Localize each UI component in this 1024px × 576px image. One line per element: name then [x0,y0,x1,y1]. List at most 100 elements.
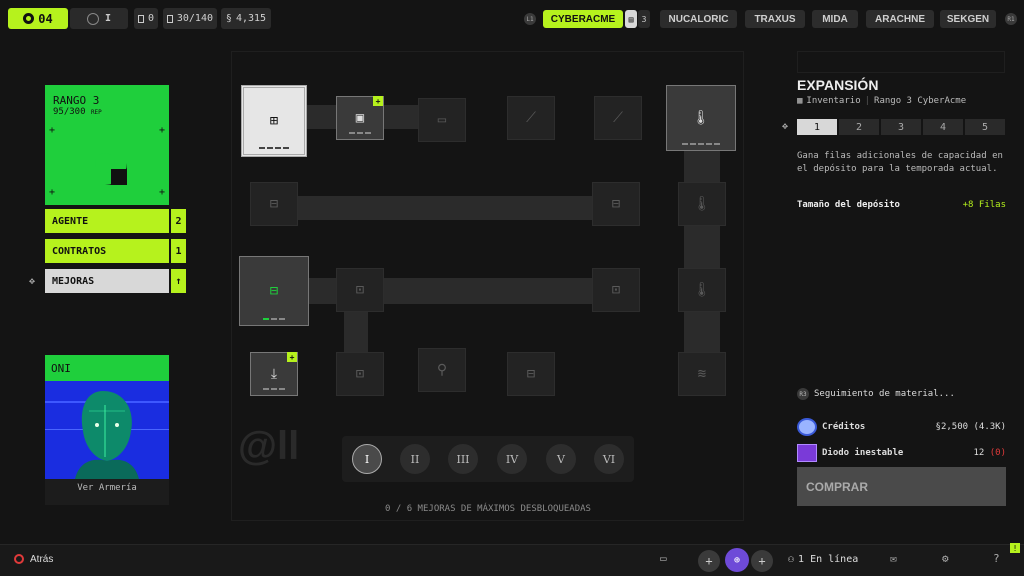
upgrade-node[interactable]: 🌡 [678,268,726,312]
help-icon[interactable]: ? [993,552,1000,565]
r1-button-icon: R1 [1005,13,1017,25]
download-icon: ⤓ [270,366,278,382]
sidebar-item-contratos[interactable]: CONTRATOS [45,239,169,263]
storage-icon: ⊟ [526,366,536,382]
max-upgrade-tab-i[interactable]: I [352,444,382,474]
corner-cross-icon: + [49,187,56,198]
upgrade-node[interactable]: ⊟ [239,256,309,326]
material-tracking[interactable]: Seguimiento de material... [814,389,955,399]
cyberacme-logo-icon [83,141,127,185]
upgrade-node[interactable]: ≋ [678,352,726,396]
box-icon [138,14,144,23]
rank-card: RANGO 3 95/300 REP + + + + [45,85,169,205]
people-icon: ⚇ [788,554,795,565]
watermark-logo-icon: @ll [238,424,300,468]
add-friend-button[interactable]: + [698,550,720,572]
gear-icon[interactable]: ⚙ [942,552,949,565]
gear-box-icon: ⊡ [355,366,365,382]
card-icon: ▭ [437,112,447,128]
upgrade-node[interactable]: ⊡ [336,352,384,396]
max-upgrade-tab-iii[interactable]: III [448,444,478,474]
max-upgrade-tab-vi[interactable]: VI [594,444,624,474]
agent-icon [23,13,35,24]
max-upgrade-tab-iv[interactable]: IV [497,444,527,474]
cost-value: §2,500 (4.3K) [935,422,1006,432]
max-upgrade-tab-v[interactable]: V [546,444,576,474]
faction-tab-cyberacme[interactable]: CYBERACME [543,10,623,28]
stat-a: 0 [134,8,158,29]
rank-tab-2[interactable]: 2 [839,119,879,135]
new-badge-icon: + [373,96,383,106]
chat-icon[interactable]: ▭ [660,552,667,565]
max-upgrades-progress: 0 / 6 MEJORAS DE MÁXIMOS DESBLOQUEADAS [385,504,591,514]
back-button-icon [14,554,24,564]
stat-b: 30/140 [163,8,217,29]
grid-icon: ⊞ [269,113,279,129]
upgrade-node-selected[interactable]: ⊞ [241,85,307,157]
alert-icon: ! [1010,543,1020,553]
storage-icon [167,14,173,23]
faction-tab-sekgen[interactable]: SEKGEN [940,10,996,28]
container-icon: ⊟ [269,196,279,212]
key-icon: ⚲ [436,362,448,378]
max-upgrade-tab-ii[interactable]: II [400,444,430,474]
rank-tab-4[interactable]: 4 [923,119,963,135]
storage-icon: ⊟ [269,283,279,299]
online-count: ⚇ 1 En línea [788,554,859,565]
add-friend-button[interactable]: + [751,550,773,572]
rank-tab-5[interactable]: 5 [965,119,1005,135]
view-armory-link[interactable]: Ver Armería [45,483,169,493]
sidebar-item-mejoras[interactable]: MEJORAS [45,269,169,293]
tier-badge: I [70,8,128,29]
upgrade-node[interactable]: ⊟ [507,352,555,396]
waves-icon: ≋ [697,366,707,382]
l1-button-icon: L1 [524,13,536,25]
syringe-icon: ⟋ [526,110,536,126]
player-avatar[interactable]: ⊕ [725,548,749,572]
rank-tab-3[interactable]: 3 [881,119,921,135]
rank-title: RANGO 3 [53,94,100,107]
sidebar-item-agente[interactable]: AGENTE [45,209,169,233]
upgrade-node[interactable]: ▭ [418,98,466,142]
inventory-icon: ▦ [797,96,803,106]
faction-tab-arachne[interactable]: ARACHNE [866,10,934,28]
thermometer-icon: 🌡 [693,282,711,298]
upgrade-node[interactable]: 🌡 [666,85,736,151]
faction-tab-nucaloric[interactable]: NUCALORIC [660,10,737,28]
upgrade-node[interactable]: ⊟ [592,182,640,226]
new-badge-icon: + [287,352,297,362]
dpad-icon: ✥ [29,276,36,287]
cost-name: Diodo inestable [822,448,904,458]
level-badge: 04 [8,8,68,29]
buy-button[interactable]: COMPRAR [797,467,1006,506]
upgrade-description: Gana filas adicionales de capacidad en e… [797,151,1003,174]
oni-card[interactable]: ONI Ver Armería [45,355,169,505]
r3-button-icon: R3 [797,388,809,400]
upgrade-node[interactable]: ⚲ [418,348,466,392]
faction-tab-mida[interactable]: MIDA [812,10,858,28]
stat-value: +8 Filas [962,200,1006,210]
sidebar-count-contratos: 1 [170,239,186,263]
stat-credits: § 4,315 [221,8,271,29]
detail-frame [797,51,1005,73]
upgrade-node[interactable]: ⊡ [336,268,384,312]
thermometer-icon: 🌡 [693,196,711,212]
faction-tab-traxus[interactable]: TRAXUS [745,10,805,28]
dpad-icon: ✥ [782,121,789,132]
sidebar-count-mejoras: ↑ [170,269,186,293]
upgrade-node[interactable]: ⟋ [507,96,555,140]
mail-icon[interactable]: ✉ [890,552,897,565]
oni-agent-portrait [45,381,169,479]
faction-doc-icon: ▤ [625,10,637,28]
thermometer-up-icon: 🌡 [692,110,710,126]
upgrade-node[interactable]: ⊡ [592,268,640,312]
rank-rep: 95/300 REP [53,107,102,117]
back-button[interactable]: Atrás [30,554,53,565]
case-icon: ⊡ [355,282,365,298]
rank-tab-1[interactable]: 1 [797,119,837,135]
corner-cross-icon: + [158,187,165,198]
level-value: 04 [38,11,53,26]
upgrade-node[interactable]: 🌡 [678,182,726,226]
upgrade-node[interactable]: ⊟ [250,182,298,226]
upgrade-node[interactable]: ⟋ [594,96,642,140]
